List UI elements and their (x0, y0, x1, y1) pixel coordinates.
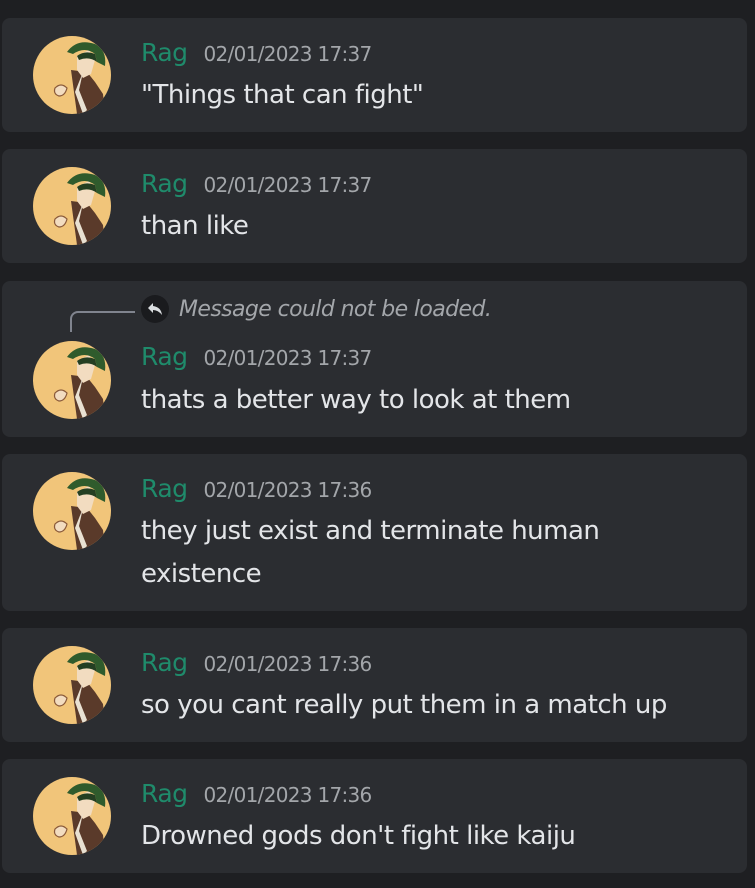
reply-preview[interactable]: Message could not be loaded. (141, 295, 492, 323)
message-text: "Things that can fight" (141, 80, 424, 110)
reply-spine (70, 311, 135, 332)
message-text: they just exist and terminate human exis… (141, 516, 600, 589)
message-text: so you cant really put them in a match u… (141, 690, 667, 720)
avatar[interactable] (33, 777, 111, 855)
author-name[interactable]: Rag (141, 342, 188, 371)
avatar[interactable] (33, 646, 111, 724)
message-card[interactable]: Rag 02/01/2023 17:36 so you cant really … (2, 628, 747, 742)
message-list: Rag 02/01/2023 17:37 "Things that can fi… (0, 0, 755, 888)
message-text: thats a better way to look at them (141, 385, 571, 415)
author-name[interactable]: Rag (141, 169, 188, 198)
author-name[interactable]: Rag (141, 474, 188, 503)
message-card[interactable]: Rag 02/01/2023 17:36 Drowned gods don't … (2, 759, 747, 873)
reply-arrow-icon (141, 295, 169, 323)
message-timestamp: 02/01/2023 17:37 (203, 42, 373, 66)
message-card[interactable]: Message could not be loaded. Rag 02/01/2… (2, 281, 747, 437)
message-timestamp: 02/01/2023 17:36 (203, 652, 373, 676)
avatar[interactable] (33, 167, 111, 245)
message-text: Drowned gods don't fight like kaiju (141, 821, 576, 851)
message-timestamp: 02/01/2023 17:37 (203, 346, 373, 370)
author-name[interactable]: Rag (141, 38, 188, 67)
avatar[interactable] (33, 36, 111, 114)
author-name[interactable]: Rag (141, 648, 188, 677)
message-card[interactable]: Rag 02/01/2023 17:37 than like (2, 149, 747, 263)
message-card[interactable]: Rag 02/01/2023 17:36 they just exist and… (2, 454, 747, 611)
message-timestamp: 02/01/2023 17:37 (203, 173, 373, 197)
message-timestamp: 02/01/2023 17:36 (203, 783, 373, 807)
avatar[interactable] (33, 341, 111, 419)
message-text: than like (141, 211, 249, 241)
avatar[interactable] (33, 472, 111, 550)
reply-preview-text: Message could not be loaded. (179, 296, 492, 322)
message-timestamp: 02/01/2023 17:36 (203, 478, 373, 502)
author-name[interactable]: Rag (141, 779, 188, 808)
message-card[interactable]: Rag 02/01/2023 17:37 "Things that can fi… (2, 18, 747, 132)
